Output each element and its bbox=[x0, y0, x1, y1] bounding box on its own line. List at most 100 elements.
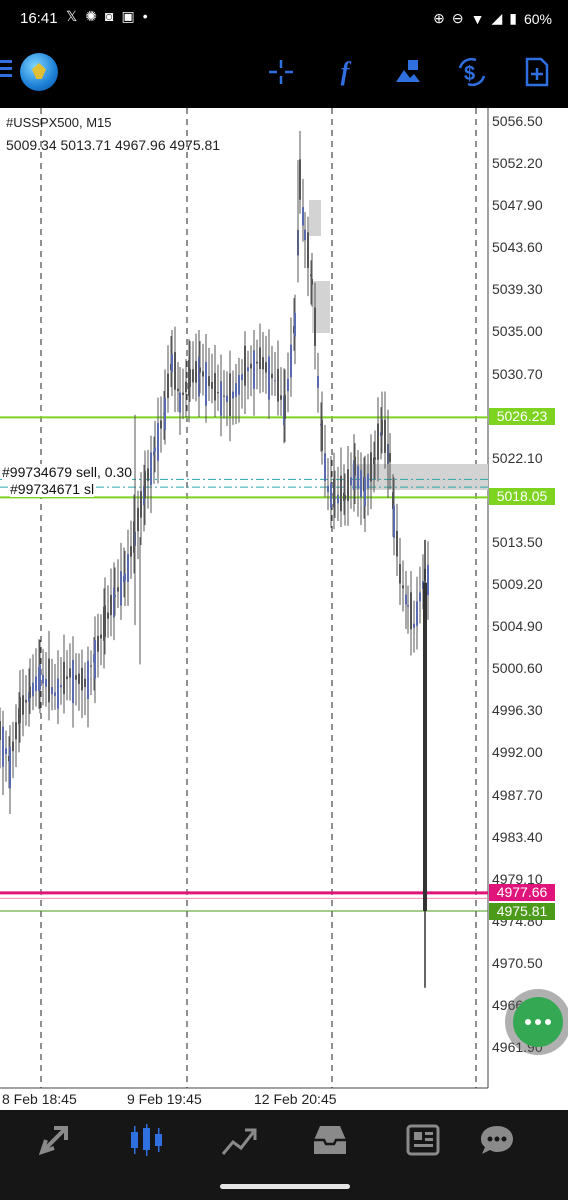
battery-percent: 60% bbox=[523, 10, 552, 27]
price-tag-lower: 5018.05 bbox=[489, 488, 555, 505]
candle-body bbox=[367, 473, 369, 489]
candle-body bbox=[107, 612, 109, 619]
candle-body bbox=[413, 623, 415, 628]
price-axis-label: 5052.20 bbox=[492, 155, 543, 172]
candle-body bbox=[324, 453, 326, 482]
candle-body bbox=[54, 692, 56, 696]
crosshair-icon[interactable] bbox=[265, 56, 297, 88]
nav-chart[interactable] bbox=[127, 1122, 167, 1158]
candle-body bbox=[39, 664, 41, 690]
candle-body bbox=[244, 345, 246, 386]
home-indicator bbox=[220, 1184, 350, 1189]
supply-zone bbox=[309, 200, 321, 236]
candle-body bbox=[217, 392, 219, 394]
nav-news[interactable] bbox=[402, 1122, 442, 1158]
candle-body bbox=[144, 471, 146, 499]
candle-body bbox=[256, 361, 258, 364]
candle-body bbox=[344, 495, 346, 500]
candle-body bbox=[284, 394, 286, 419]
candle-body bbox=[299, 159, 301, 200]
candle-body bbox=[69, 668, 71, 678]
candle-body bbox=[321, 419, 323, 451]
nav-trade[interactable] bbox=[219, 1122, 259, 1158]
candle-body bbox=[66, 676, 68, 680]
candle-body bbox=[350, 477, 352, 486]
current-candle-body bbox=[423, 582, 427, 911]
candle-body bbox=[280, 395, 282, 400]
price-axis-label: 5030.70 bbox=[492, 365, 543, 382]
candle-body bbox=[75, 675, 77, 680]
nav-history[interactable] bbox=[310, 1122, 350, 1158]
candle-body bbox=[84, 678, 86, 687]
candle-body bbox=[57, 678, 59, 709]
price-axis-label: 5056.50 bbox=[492, 113, 543, 129]
candle-body bbox=[226, 395, 228, 403]
nav-messages[interactable] bbox=[477, 1122, 517, 1158]
candle-body bbox=[51, 687, 53, 695]
inbox-icon bbox=[314, 1126, 346, 1154]
indicators-icon[interactable]: f bbox=[329, 56, 361, 88]
candle-body bbox=[407, 605, 409, 607]
candle-body bbox=[330, 483, 332, 508]
candle-body bbox=[334, 497, 336, 499]
candle-body bbox=[229, 373, 231, 416]
candle-body bbox=[167, 373, 169, 398]
candle-body bbox=[117, 587, 119, 592]
candle-body bbox=[185, 381, 187, 393]
camera-icon: ◙ bbox=[105, 8, 114, 24]
price-chart[interactable] bbox=[0, 108, 568, 1110]
candle-body bbox=[12, 741, 14, 752]
candle-body bbox=[140, 491, 142, 518]
notification-icons: 𝕏 ✺ ◙ ▣ • bbox=[66, 8, 148, 25]
candle-body bbox=[60, 685, 62, 688]
candle-body bbox=[253, 350, 255, 389]
candle-body bbox=[235, 383, 237, 397]
candle-body bbox=[247, 367, 249, 372]
cnbc-icon: ✺ bbox=[85, 8, 98, 24]
add-circle-icon: ⊕ bbox=[433, 10, 445, 26]
price-axis-label: 5035.00 bbox=[492, 323, 543, 340]
candle-body bbox=[157, 423, 159, 461]
candle-body bbox=[327, 485, 329, 493]
date-label-3: 12 Feb 20:45 bbox=[254, 1091, 337, 1107]
menu-icon[interactable] bbox=[0, 60, 12, 81]
candle-body bbox=[94, 640, 96, 679]
quotes-icon bbox=[38, 1126, 68, 1156]
price-axis-label: 4996.30 bbox=[492, 702, 543, 719]
more-options-button[interactable] bbox=[513, 997, 563, 1047]
trade-icon[interactable]: $ bbox=[456, 56, 488, 88]
candle-body bbox=[384, 419, 386, 453]
candle-body bbox=[238, 375, 240, 395]
candle-body bbox=[127, 553, 129, 583]
candle-body bbox=[130, 546, 132, 557]
stop-loss-label[interactable]: #99734671 sl bbox=[10, 481, 95, 497]
candle-body bbox=[381, 419, 383, 436]
signal-icon: ◢ bbox=[491, 10, 503, 26]
candle-body bbox=[0, 721, 1, 740]
candle-body bbox=[179, 392, 181, 413]
chart-canvas[interactable] bbox=[0, 108, 568, 1110]
candle-body bbox=[271, 373, 273, 379]
candle-body bbox=[114, 595, 116, 598]
candle-body bbox=[337, 494, 339, 504]
candle-body bbox=[211, 382, 213, 389]
candle-body bbox=[48, 658, 50, 703]
x-icon: 𝕏 bbox=[66, 8, 78, 24]
candle-body bbox=[78, 673, 80, 684]
svg-text:$: $ bbox=[464, 63, 475, 85]
price-axis-label: 5047.90 bbox=[492, 197, 543, 214]
candle-body bbox=[32, 682, 34, 697]
candle-body bbox=[262, 357, 264, 370]
candle-body bbox=[287, 378, 289, 391]
candle-body bbox=[72, 659, 74, 704]
sell-order-label[interactable]: #99734679 sell, 0.30 bbox=[2, 464, 132, 480]
candle-body bbox=[294, 312, 296, 337]
candle-body bbox=[192, 369, 194, 383]
metatrader-logo[interactable] bbox=[20, 53, 58, 91]
objects-icon[interactable] bbox=[392, 56, 424, 88]
new-order-icon[interactable] bbox=[520, 56, 552, 88]
nav-quotes[interactable] bbox=[36, 1122, 76, 1158]
price-axis-label: 5000.60 bbox=[492, 660, 543, 677]
candle-body bbox=[202, 371, 204, 377]
candle-body bbox=[110, 594, 112, 616]
